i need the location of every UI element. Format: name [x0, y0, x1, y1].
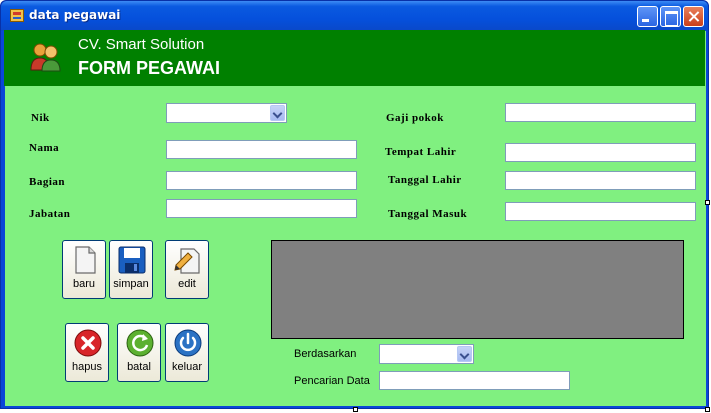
- bagian-label: Bagian: [29, 176, 66, 188]
- baru-button[interactable]: baru: [62, 240, 106, 299]
- keluar-label: keluar: [172, 361, 202, 373]
- tanggal-masuk-label: Tanggal Masuk: [388, 208, 468, 220]
- new-document-icon: [75, 246, 96, 274]
- berdasarkan-label: Berdasarkan: [294, 348, 357, 360]
- tanggal-masuk-field[interactable]: [505, 202, 696, 221]
- company-name: CV. Smart Solution: [78, 36, 205, 53]
- maximize-button[interactable]: [660, 6, 681, 27]
- resize-handle-right[interactable]: [705, 200, 710, 205]
- batal-label: batal: [127, 361, 151, 373]
- edit-button[interactable]: edit: [165, 240, 209, 299]
- save-disk-icon: [118, 246, 146, 274]
- edit-document-icon: [174, 248, 200, 274]
- form-title: FORM PEGAWAI: [78, 58, 221, 78]
- resize-handle-corner[interactable]: [705, 407, 710, 412]
- hapus-button[interactable]: hapus: [65, 323, 109, 382]
- refresh-icon: [126, 329, 154, 357]
- gaji-pokok-label: Gaji pokok: [386, 112, 444, 124]
- data-grid[interactable]: [271, 240, 684, 339]
- jabatan-field[interactable]: [166, 199, 357, 218]
- tanggal-lahir-field[interactable]: [505, 171, 696, 190]
- title-bar[interactable]: data pegawai: [1, 1, 708, 31]
- baru-label: baru: [72, 278, 96, 290]
- nama-label: Nama: [29, 142, 60, 154]
- minimize-button[interactable]: [637, 6, 658, 27]
- keluar-button[interactable]: keluar: [165, 323, 209, 382]
- app-icon: [10, 9, 24, 22]
- nik-combo[interactable]: [166, 103, 287, 123]
- nama-field[interactable]: [166, 140, 357, 159]
- batal-button[interactable]: batal: [117, 323, 161, 382]
- bagian-field[interactable]: [166, 171, 357, 190]
- tempat-lahir-label: Tempat Lahir: [385, 146, 457, 158]
- gaji-pokok-field[interactable]: [505, 103, 696, 122]
- chevron-down-icon[interactable]: [457, 346, 472, 362]
- simpan-label: simpan: [113, 278, 149, 290]
- form-header: CV. Smart Solution FORM PEGAWAI: [4, 30, 705, 86]
- power-icon: [174, 329, 202, 357]
- hapus-label: hapus: [72, 361, 102, 373]
- jabatan-label: Jabatan: [29, 208, 71, 220]
- simpan-button[interactable]: simpan: [109, 240, 153, 299]
- delete-x-icon: [74, 329, 102, 357]
- close-button[interactable]: [683, 6, 704, 27]
- pencarian-label: Pencarian Data: [294, 375, 370, 387]
- nik-label: Nik: [31, 112, 50, 124]
- tanggal-lahir-label: Tanggal Lahir: [388, 174, 462, 186]
- berdasarkan-combo[interactable]: [379, 344, 474, 364]
- edit-label: edit: [178, 278, 196, 290]
- window-title: data pegawai: [29, 8, 121, 22]
- chevron-down-icon[interactable]: [270, 105, 285, 121]
- pencarian-field[interactable]: [379, 371, 570, 390]
- resize-handle-bottom[interactable]: [353, 407, 358, 412]
- people-icon: [30, 43, 61, 72]
- tempat-lahir-field[interactable]: [505, 143, 696, 162]
